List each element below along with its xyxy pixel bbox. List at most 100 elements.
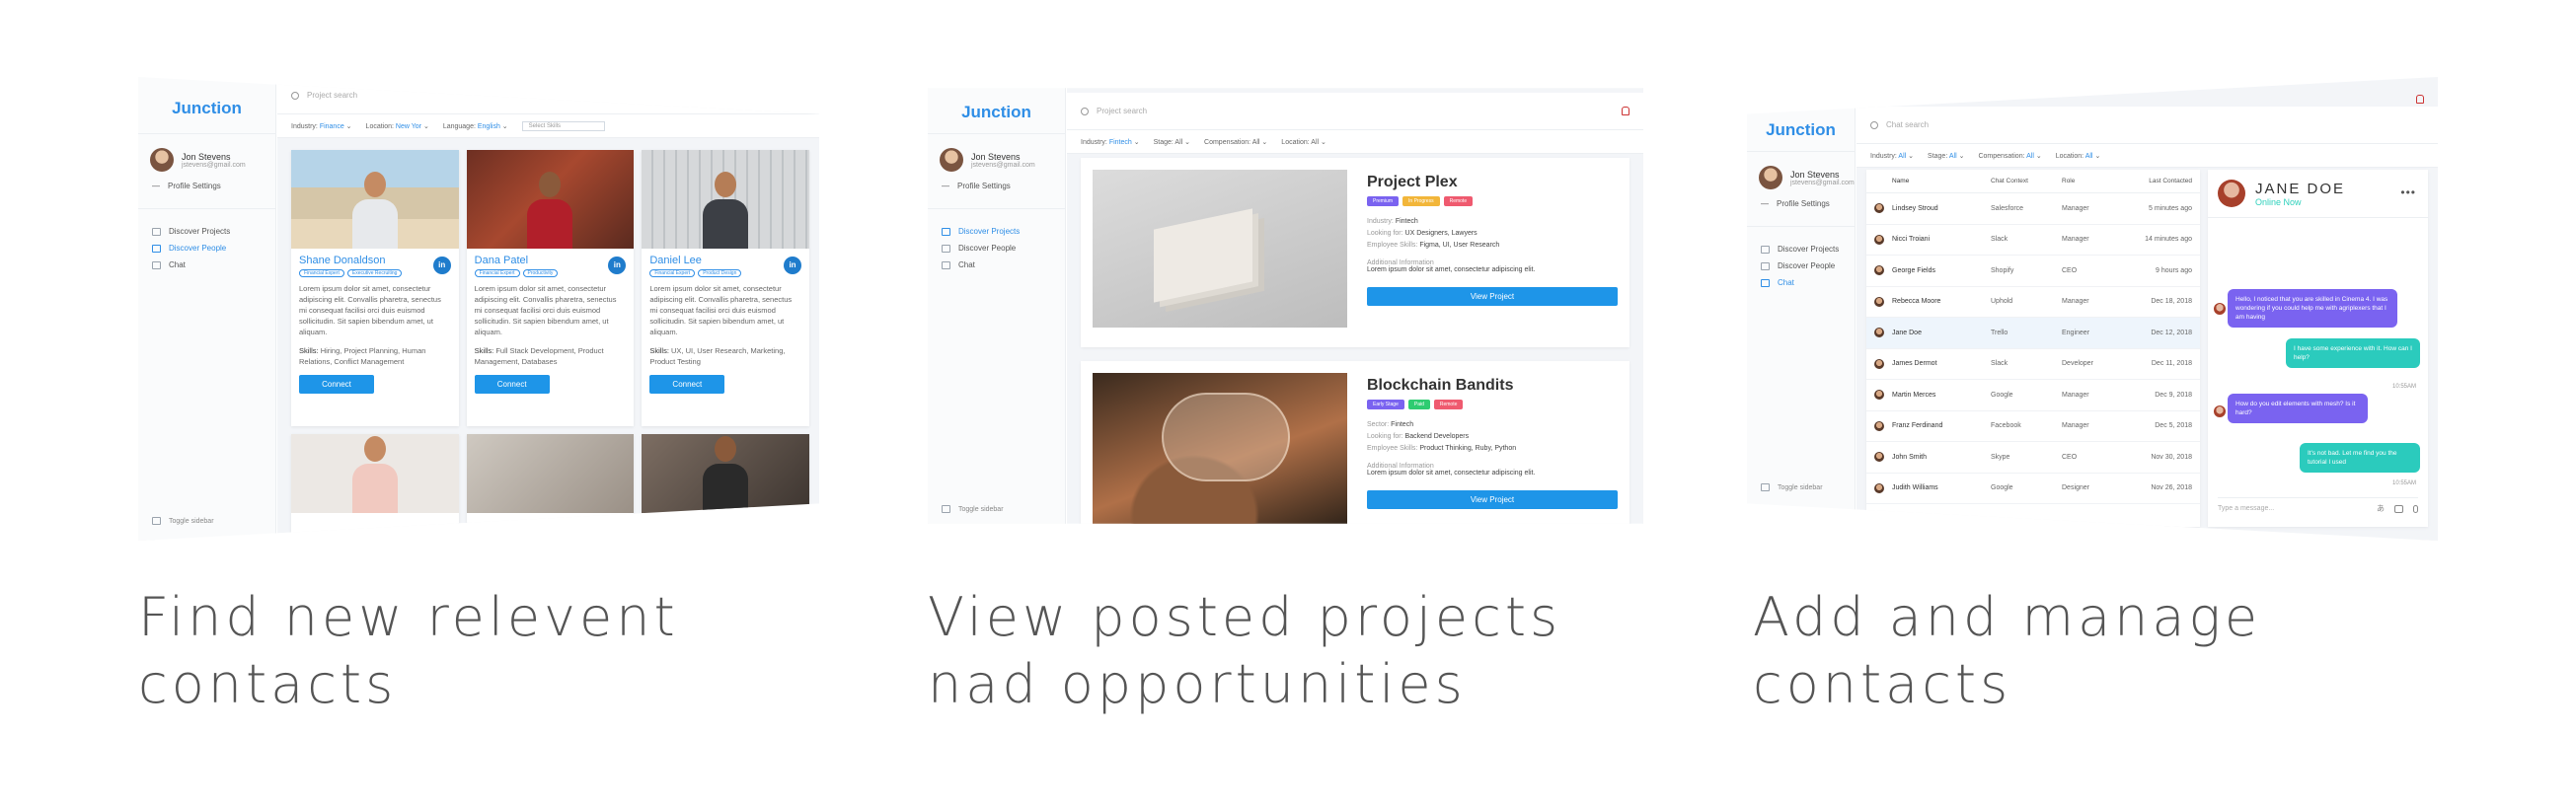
notification-icon[interactable]: [797, 91, 805, 100]
sidebar-item-chat[interactable]: Chat: [138, 253, 275, 269]
filter-industry[interactable]: Industry: All ⌄: [1870, 152, 1914, 160]
filter-stage[interactable]: Stage: All ⌄: [1154, 138, 1190, 146]
project-tag: Remote: [1443, 196, 1474, 206]
contact-name: Franz Ferdinand: [1892, 422, 1943, 430]
table-row[interactable]: Judith Williams Google Designer Nov 26, 201…: [1866, 474, 2200, 504]
filter-stage[interactable]: Stage: All ⌄: [1928, 152, 1964, 160]
sidebar-item-discover-projects[interactable]: Discover Projects: [1747, 237, 1855, 254]
connect-button[interactable]: Connect: [649, 375, 725, 394]
search-input[interactable]: Chat search: [1886, 120, 1929, 129]
connect-button[interactable]: Connect: [299, 375, 374, 394]
person-skills: Skills: Full Stack Development, Product …: [475, 345, 627, 367]
skill-tag: Financial Expert: [474, 269, 520, 277]
sidebar-item-chat[interactable]: Chat: [1747, 270, 1855, 287]
contact-name: George Fields: [1892, 266, 1935, 274]
view-project-button[interactable]: View Project: [1367, 287, 1618, 306]
person-name[interactable]: Shane Donaldson: [299, 255, 451, 266]
meta-value: Fintech: [1391, 421, 1414, 428]
view-project-button[interactable]: View Project: [1367, 490, 1618, 509]
message-input-field[interactable]: Type a message...: [2218, 505, 2367, 512]
table-row[interactable]: Martin Merces Google Manager Dec 9, 2018: [1866, 380, 2200, 411]
project-title[interactable]: Blockchain Bandits: [1367, 377, 1618, 395]
chevron-down-icon: ⌄: [2035, 152, 2042, 160]
table-row[interactable]: Franz Ferdinand Facebook Manager Dec 5, 201…: [1866, 411, 2200, 442]
user-profile[interactable]: Jon Stevens jstevens@gmail.com: [138, 134, 275, 176]
cell-role: Manager: [2062, 391, 2089, 399]
cell-role: CEO: [2062, 266, 2078, 274]
app-logo[interactable]: Junction: [928, 88, 1065, 134]
app-logo[interactable]: Junction: [138, 77, 275, 134]
search-input[interactable]: Project search: [1097, 107, 1147, 115]
sidebar-item-discover-people[interactable]: Discover People: [1747, 254, 1855, 270]
cell-last-contacted: Dec 12, 2018: [2151, 329, 2192, 336]
camera-icon[interactable]: [2394, 504, 2403, 513]
filter-location[interactable]: Location: All ⌄: [1281, 138, 1326, 146]
meta-value: Product Thinking, Ruby, Python: [1419, 445, 1517, 452]
person-photo: [466, 434, 635, 513]
toggle-sidebar-button[interactable]: Toggle sidebar: [942, 505, 1004, 513]
search-bar[interactable]: Project search: [1067, 93, 1643, 130]
profile-settings-link[interactable]: — Profile Settings: [928, 176, 1065, 209]
chat-status: Online Now: [2255, 196, 2302, 207]
user-profile[interactable]: Jon Stevens jstevens@gmail.com: [928, 134, 1065, 176]
linkedin-icon[interactable]: in: [432, 257, 451, 274]
user-name: Jon Stevens: [182, 151, 231, 162]
table-row[interactable]: Jane Doe Trello Engineer Dec 12, 2018: [1866, 318, 2200, 349]
table-row[interactable]: Rebecca Moore Uphold Manager Dec 18, 2018: [1866, 287, 2200, 318]
avatar: [1874, 203, 1884, 214]
notification-icon[interactable]: [2416, 95, 2424, 104]
notification-icon[interactable]: [1622, 107, 1629, 115]
search-bar[interactable]: Project search: [277, 77, 819, 114]
table-row[interactable]: James Dermot Slack Developer Dec 11, 2018: [1866, 349, 2200, 380]
filter-compensation[interactable]: Compensation: All ⌄: [1978, 152, 2041, 160]
sidebar-item-discover-people[interactable]: Discover People: [928, 236, 1065, 253]
profile-settings-link[interactable]: — Profile Settings: [138, 176, 275, 209]
search-bar[interactable]: Chat search: [1856, 95, 2438, 144]
filter-language[interactable]: Language: English ⌄: [443, 122, 508, 130]
filter-industry[interactable]: Industry: Fintech ⌄: [1081, 138, 1140, 146]
user-email: jstevens@gmail.com: [971, 161, 1035, 169]
connect-button[interactable]: Connect: [474, 375, 550, 394]
column-header-name[interactable]: Name: [1874, 178, 1991, 184]
user-profile[interactable]: Jon Stevens jstevens@gmail.com: [1747, 152, 1855, 193]
filter-industry[interactable]: Industry: Finance ⌄: [291, 122, 352, 130]
filter-label: Stage:: [1928, 152, 1948, 160]
message-input[interactable]: Type a message... あ: [2218, 497, 2418, 519]
chevron-down-icon: ⌄: [1133, 138, 1140, 146]
toggle-sidebar-button[interactable]: Toggle sidebar: [1761, 483, 1823, 491]
table-row[interactable]: Nicci Troiani Slack Manager 14 minutes ago: [1866, 225, 2200, 256]
column-header-last-contacted[interactable]: Last Contacted: [2123, 178, 2192, 184]
more-options-icon[interactable]: •••: [2400, 185, 2416, 199]
profile-settings-link[interactable]: — Profile Settings: [1747, 193, 1855, 227]
toggle-sidebar-button[interactable]: Toggle sidebar: [152, 517, 214, 525]
table-row[interactable]: George Fields Shopify CEO 9 hours ago: [1866, 256, 2200, 287]
project-card: Blockchain Bandits Early Stage Paid Remo…: [1081, 361, 1629, 524]
filter-value: Finance: [319, 122, 344, 130]
search-input[interactable]: Project search: [307, 91, 357, 100]
linkedin-icon[interactable]: in: [784, 257, 801, 274]
filter-location[interactable]: Location: New Yor ⌄: [366, 122, 429, 130]
filter-location[interactable]: Location: All ⌄: [2056, 152, 2101, 160]
skills-select[interactable]: Select Skills: [521, 120, 605, 131]
person-name[interactable]: Dana Patel: [475, 255, 627, 266]
microphone-icon[interactable]: [2413, 504, 2418, 513]
sidebar-item-discover-projects[interactable]: Discover Projects: [138, 219, 275, 236]
filter-compensation[interactable]: Compensation: All ⌄: [1204, 138, 1267, 146]
sidebar-item-chat[interactable]: Chat: [928, 253, 1065, 269]
cell-last-contacted: Nov 30, 2018: [2151, 453, 2192, 461]
column-header-chat-context[interactable]: Chat Context: [1991, 178, 2062, 184]
table-row[interactable]: John Smith Skype CEO Nov 30, 2018: [1866, 442, 2200, 474]
meta-value: Backend Developers: [1404, 433, 1470, 440]
translate-icon[interactable]: あ: [2377, 503, 2385, 514]
table-row[interactable]: Lindsey Stroud Salesforce Manager 5 minutes…: [1866, 193, 2200, 225]
project-title[interactable]: Project Plex: [1367, 174, 1618, 191]
sidebar-item-discover-people[interactable]: Discover People: [138, 236, 275, 253]
sidebar-item-discover-projects[interactable]: Discover Projects: [928, 219, 1065, 236]
column-header-role[interactable]: Role: [2062, 178, 2123, 184]
avatar: [2214, 303, 2226, 315]
cell-name: James Dermot: [1874, 358, 1991, 369]
app-logo[interactable]: Junction: [1747, 77, 1855, 152]
filter-value: Fintech: [1108, 138, 1132, 146]
person-name[interactable]: Daniel Lee: [649, 255, 801, 266]
contact-name: Judith Williams: [1892, 484, 1938, 492]
